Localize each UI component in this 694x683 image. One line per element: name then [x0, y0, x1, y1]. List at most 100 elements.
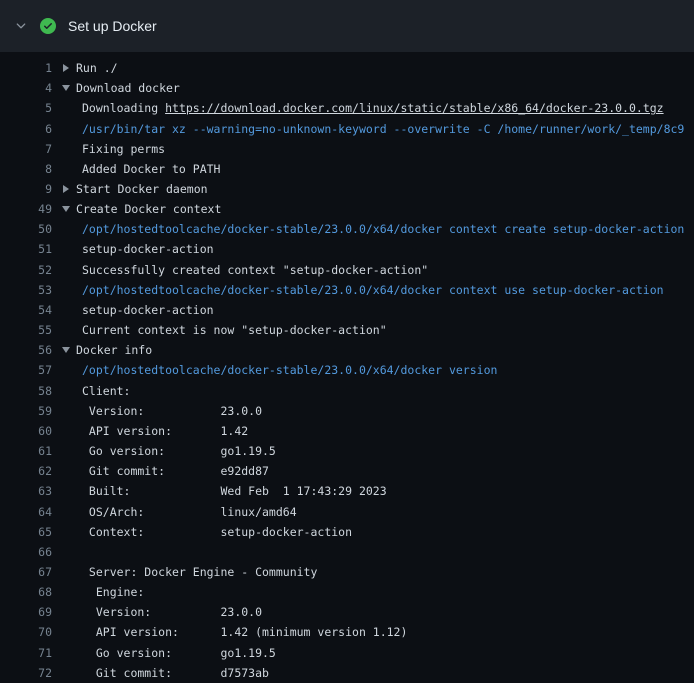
log-text: API version: 1.42 — [82, 424, 248, 438]
line-number[interactable]: 49 — [0, 202, 52, 216]
line-number[interactable]: 5 — [0, 101, 52, 115]
log-group-line[interactable]: 4 Download docker — [0, 78, 694, 98]
triangle-down-icon[interactable] — [62, 346, 70, 354]
line-content: Version: 23.0.0 — [52, 404, 262, 418]
line-content: Git commit: e92dd87 — [52, 464, 269, 478]
line-content: Successfully created context "setup-dock… — [52, 263, 428, 277]
line-content: /opt/hostedtoolcache/docker-stable/23.0.… — [52, 363, 497, 377]
log-group-line[interactable]: 56 Docker info — [0, 340, 694, 360]
line-number[interactable]: 58 — [0, 384, 52, 398]
line-number[interactable]: 9 — [0, 182, 52, 196]
log-line: 7 Fixing perms — [0, 139, 694, 159]
line-number[interactable]: 55 — [0, 323, 52, 337]
line-content: API version: 1.42 — [52, 424, 248, 438]
line-number[interactable]: 53 — [0, 283, 52, 297]
line-number[interactable]: 61 — [0, 444, 52, 458]
step-header[interactable]: Set up Docker — [0, 0, 694, 52]
log-text: setup-docker-action — [82, 242, 214, 256]
line-number[interactable]: 68 — [0, 585, 52, 599]
triangle-down-icon[interactable] — [62, 205, 70, 213]
log-line: 55Current context is now "setup-docker-a… — [0, 320, 694, 340]
log-line: 70 API version: 1.42 (minimum version 1.… — [0, 622, 694, 642]
line-number[interactable]: 7 — [0, 142, 52, 156]
line-content: Run ./ — [52, 61, 118, 75]
line-number[interactable]: 59 — [0, 404, 52, 418]
log-line: 67 Server: Docker Engine - Community — [0, 562, 694, 582]
log-command-text: /opt/hostedtoolcache/docker-stable/23.0.… — [82, 283, 664, 297]
log-line: 50/opt/hostedtoolcache/docker-stable/23.… — [0, 219, 694, 239]
line-number[interactable]: 69 — [0, 605, 52, 619]
log-line: 64 OS/Arch: linux/amd64 — [0, 501, 694, 521]
log-link[interactable]: https://download.docker.com/linux/static… — [165, 101, 664, 115]
chevron-down-icon[interactable] — [14, 19, 28, 33]
line-number[interactable]: 64 — [0, 505, 52, 519]
line-number[interactable]: 6 — [0, 122, 52, 136]
triangle-down-icon[interactable] — [62, 84, 70, 92]
log-text: OS/Arch: linux/amd64 — [82, 505, 297, 519]
log-command-text: /opt/hostedtoolcache/docker-stable/23.0.… — [82, 222, 684, 236]
line-number[interactable]: 4 — [0, 81, 52, 95]
line-content: Fixing perms — [52, 142, 165, 156]
log-text: setup-docker-action — [82, 303, 214, 317]
line-number[interactable]: 50 — [0, 222, 52, 236]
log-line: 61 Go version: go1.19.5 — [0, 441, 694, 461]
line-content: Downloading https://download.docker.com/… — [52, 101, 664, 115]
line-content: /usr/bin/tar xz --warning=no-unknown-key… — [52, 122, 684, 136]
line-content: Client: — [52, 384, 130, 398]
log-group-line[interactable]: 1 Run ./ — [0, 58, 694, 78]
line-content: Download docker — [52, 81, 180, 95]
line-content: setup-docker-action — [52, 242, 214, 256]
log-command-text: /usr/bin/tar xz --warning=no-unknown-key… — [82, 122, 684, 136]
group-title: Run ./ — [76, 61, 118, 75]
log-text: Client: — [82, 384, 130, 398]
group-title: Docker info — [76, 343, 152, 357]
line-content: API version: 1.42 (minimum version 1.12) — [52, 625, 407, 639]
group-title: Download docker — [76, 81, 180, 95]
line-number[interactable]: 67 — [0, 565, 52, 579]
line-content: /opt/hostedtoolcache/docker-stable/23.0.… — [52, 283, 664, 297]
log-line: 63 Built: Wed Feb 1 17:43:29 2023 — [0, 481, 694, 501]
line-content: setup-docker-action — [52, 303, 214, 317]
log-text: Added Docker to PATH — [82, 162, 220, 176]
log-line: 57/opt/hostedtoolcache/docker-stable/23.… — [0, 360, 694, 380]
line-number[interactable]: 52 — [0, 263, 52, 277]
triangle-right-icon[interactable] — [62, 64, 70, 72]
line-number[interactable]: 63 — [0, 484, 52, 498]
log-line: 66 — [0, 542, 694, 562]
line-number[interactable]: 56 — [0, 343, 52, 357]
line-number[interactable]: 60 — [0, 424, 52, 438]
line-content: Server: Docker Engine - Community — [52, 565, 317, 579]
log-line: 54 setup-docker-action — [0, 300, 694, 320]
line-number[interactable]: 62 — [0, 464, 52, 478]
line-content: Added Docker to PATH — [52, 162, 220, 176]
log-line: 8 Added Docker to PATH — [0, 159, 694, 179]
log-text: Git commit: e92dd87 — [82, 464, 269, 478]
line-number[interactable]: 72 — [0, 666, 52, 680]
log-line: 60 API version: 1.42 — [0, 421, 694, 441]
line-content: Start Docker daemon — [52, 182, 208, 196]
line-number[interactable]: 70 — [0, 625, 52, 639]
log-text: Git commit: d7573ab — [82, 666, 269, 680]
log-text: Go version: go1.19.5 — [82, 444, 276, 458]
line-content: Engine: — [52, 585, 144, 599]
line-number[interactable]: 1 — [0, 61, 52, 75]
triangle-right-icon[interactable] — [62, 185, 70, 193]
log-text: Version: 23.0.0 — [82, 404, 262, 418]
line-number[interactable]: 66 — [0, 545, 52, 559]
line-content: Create Docker context — [52, 202, 221, 216]
line-number[interactable]: 54 — [0, 303, 52, 317]
line-number[interactable]: 8 — [0, 162, 52, 176]
line-number[interactable]: 51 — [0, 242, 52, 256]
line-number[interactable]: 65 — [0, 525, 52, 539]
log-group-line[interactable]: 9Start Docker daemon — [0, 179, 694, 199]
log: 1 Run ./ 4 Download docker 5Downloading http… — [0, 52, 694, 683]
line-content: Git commit: d7573ab — [52, 666, 269, 680]
line-content: Go version: go1.19.5 — [52, 646, 276, 660]
log-text: Context: setup-docker-action — [82, 525, 352, 539]
log-line: 53/opt/hostedtoolcache/docker-stable/23.… — [0, 280, 694, 300]
log-group-line[interactable]: 49Create Docker context — [0, 199, 694, 219]
log-text: Fixing perms — [82, 142, 165, 156]
line-number[interactable]: 57 — [0, 363, 52, 377]
log-text: Successfully created context "setup-dock… — [82, 263, 428, 277]
line-number[interactable]: 71 — [0, 646, 52, 660]
